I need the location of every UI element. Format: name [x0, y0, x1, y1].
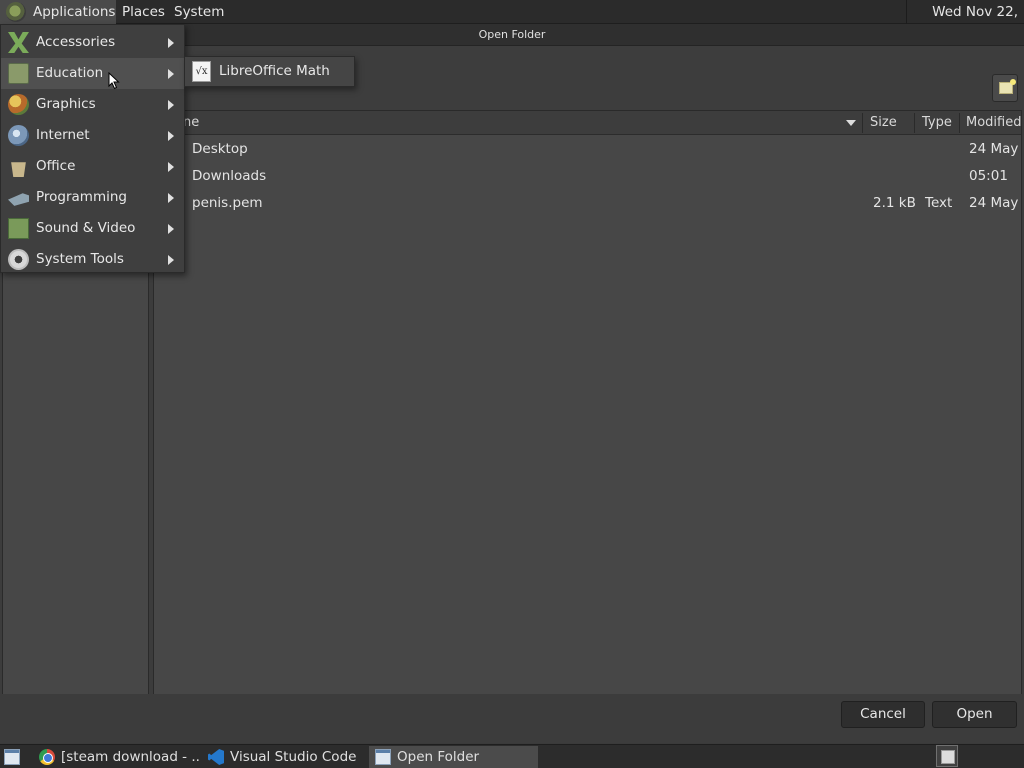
submenu-arrow-icon [168, 255, 174, 265]
menu-item-label: Office [36, 158, 76, 174]
file-size: 2.1 kB [873, 195, 916, 211]
accessories-icon [8, 32, 29, 53]
submenu-arrow-icon [168, 162, 174, 172]
taskbar-item-steam[interactable]: [steam download - ... [33, 746, 200, 768]
places-menu[interactable]: Places [116, 0, 171, 24]
workspace-switcher-icon[interactable] [936, 745, 958, 767]
menu-item-label: Programming [36, 189, 127, 205]
menu-item-sound-video[interactable]: Sound & Video [1, 213, 184, 244]
column-size[interactable]: Size [870, 111, 897, 135]
menu-item-programming[interactable]: Programming [1, 182, 184, 213]
submenu-arrow-icon [168, 38, 174, 48]
vscode-icon [208, 749, 224, 765]
taskbar-item-label: [steam download - ... [61, 749, 200, 765]
file-modified: 24 May [969, 195, 1019, 211]
applications-menu[interactable]: Applications [0, 0, 116, 24]
file-modified: 24 May [969, 141, 1019, 157]
new-folder-icon [999, 79, 1016, 94]
submenu-arrow-icon [168, 224, 174, 234]
column-separator [959, 113, 960, 133]
chrome-icon [39, 749, 55, 765]
applications-menu-label: Applications [33, 4, 116, 20]
clock[interactable]: Wed Nov 22, 05:11 [906, 0, 1024, 44]
file-name: penis.pem [192, 195, 263, 211]
internet-icon [8, 125, 29, 146]
open-button[interactable]: Open [932, 701, 1017, 728]
menu-item-label: LibreOffice Math [219, 63, 330, 79]
taskbar-item-open-folder[interactable]: Open Folder [369, 746, 538, 768]
applications-dropdown: Accessories Education Graphics Internet … [0, 24, 185, 273]
submenu-arrow-icon [168, 100, 174, 110]
libreoffice-math-icon: √x [192, 61, 211, 82]
file-name: Downloads [192, 168, 267, 184]
menu-item-libreoffice-math[interactable]: √x LibreOffice Math [185, 57, 354, 86]
column-type[interactable]: Type [922, 111, 952, 135]
window-icon [375, 749, 391, 765]
menu-item-education[interactable]: Education [1, 58, 184, 89]
taskbar-item-label: Open Folder [397, 749, 480, 765]
create-folder-button[interactable] [992, 74, 1018, 102]
cancel-button[interactable]: Cancel [841, 701, 925, 728]
menu-item-graphics[interactable]: Graphics [1, 89, 184, 120]
submenu-arrow-icon [168, 193, 174, 203]
system-menu[interactable]: System [168, 0, 230, 24]
menu-item-label: System Tools [36, 251, 124, 267]
submenu-arrow-icon [168, 131, 174, 141]
menu-item-accessories[interactable]: Accessories [1, 27, 184, 58]
file-list[interactable]: ne Size Type Modified Desktop 24 May Dow… [153, 110, 1022, 716]
menu-item-system-tools[interactable]: System Tools [1, 244, 184, 275]
sound-video-icon [8, 218, 29, 239]
file-row[interactable]: Downloads 05:01 [154, 163, 1021, 190]
menu-item-label: Sound & Video [36, 220, 136, 236]
system-tools-icon [8, 249, 29, 270]
distro-logo-icon [6, 2, 26, 22]
file-row[interactable]: Desktop 24 May [154, 136, 1021, 163]
taskbar-item-label: Visual Studio Code [230, 749, 357, 765]
show-desktop-button[interactable] [2, 746, 22, 768]
menu-item-label: Accessories [36, 34, 116, 50]
bottom-panel: [steam download - ... Visual Studio Code… [0, 744, 1024, 768]
graphics-icon [8, 94, 29, 115]
education-icon [8, 63, 29, 84]
programming-icon [8, 193, 29, 206]
sort-descending-icon[interactable] [846, 120, 856, 126]
office-icon [11, 162, 26, 177]
file-modified: 05:01 [969, 168, 1008, 184]
top-panel: Applications Places System Wed Nov 22, 0… [0, 0, 1024, 44]
column-separator [914, 113, 915, 133]
taskbar-item-vscode[interactable]: Visual Studio Code [202, 746, 366, 768]
file-type: Text [925, 195, 953, 211]
column-modified[interactable]: Modified [966, 111, 1021, 135]
column-header: ne Size Type Modified [154, 111, 1021, 135]
column-name[interactable]: ne [183, 111, 199, 135]
show-desktop-icon [4, 749, 20, 765]
menu-item-internet[interactable]: Internet [1, 120, 184, 151]
menu-item-label: Internet [36, 127, 90, 143]
file-row[interactable]: penis.pem 2.1 kB Text 24 May [154, 190, 1021, 217]
menu-item-label: Graphics [36, 96, 96, 112]
column-separator [862, 113, 863, 133]
submenu-arrow-icon [168, 69, 174, 79]
menu-item-office[interactable]: Office [1, 151, 184, 182]
education-submenu: √x LibreOffice Math [184, 56, 355, 87]
menu-item-label: Education [36, 65, 104, 81]
file-name: Desktop [192, 141, 248, 157]
mouse-cursor-icon [108, 72, 120, 90]
